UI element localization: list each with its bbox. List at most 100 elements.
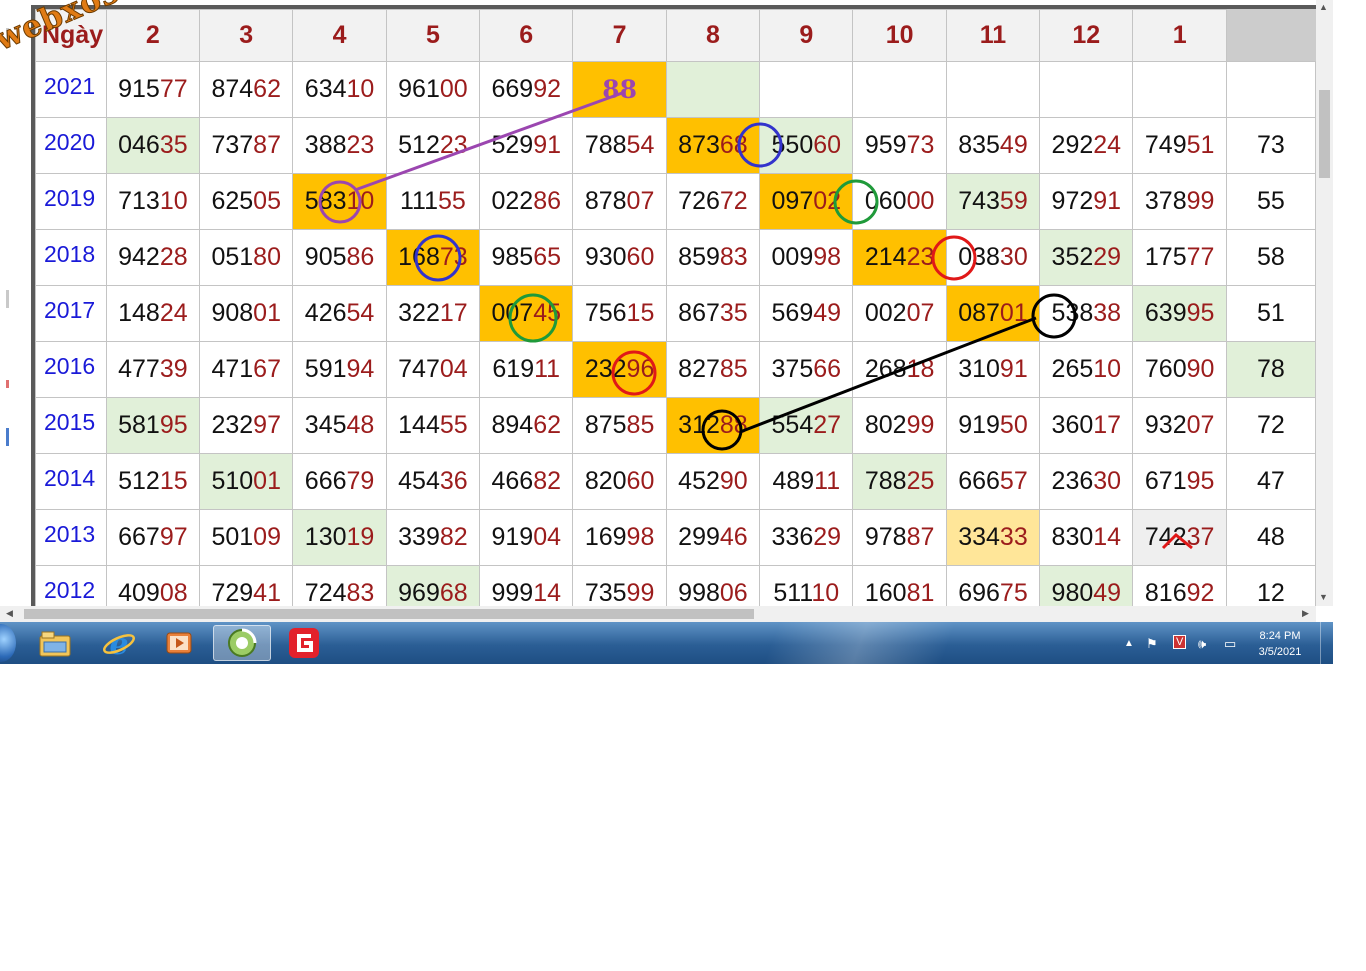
scroll-right-arrow-icon[interactable]: ▶ [1302, 608, 1309, 619]
year-link-2017[interactable]: 2017 [35, 285, 107, 342]
result-cell: 74237 [1132, 509, 1227, 566]
file-explorer-icon[interactable] [30, 625, 80, 661]
result-cell: 89462 [479, 397, 574, 454]
result-cell: 98049 [1039, 565, 1134, 606]
clock[interactable]: 8:24 PM 3/5/2021 [1248, 628, 1312, 660]
result-head: 867 [678, 299, 720, 327]
result-head: 671 [1144, 467, 1187, 495]
result-tail: 60 [626, 243, 655, 271]
result-tail: 90 [719, 467, 748, 495]
result-cell: 36017 [1039, 397, 1134, 454]
column-header-8: 8 [665, 9, 761, 62]
result-cell: 58195 [105, 397, 201, 454]
scroll-up-arrow-icon[interactable]: ▲ [1319, 2, 1328, 12]
year-link-2013[interactable]: 2013 [35, 509, 107, 566]
result-head: 232 [211, 411, 254, 439]
year-link-2015[interactable]: 2015 [35, 397, 107, 454]
year-link-2014[interactable]: 2014 [35, 453, 107, 510]
results-table: Ngày 2 3 4 5 6 7 8 9 10 11 12 1 2021 91577 87462 63410 96… [35, 9, 1316, 606]
year-link-2019[interactable]: 2019 [35, 173, 107, 230]
result-tail: 10 [346, 187, 375, 215]
result-head: 583 [304, 187, 347, 215]
result-tail: 91 [999, 355, 1028, 383]
vertical-scrollbar[interactable]: ▲ ▼ [1316, 0, 1333, 606]
result-head: 930 [584, 243, 627, 271]
result-head: 087 [958, 299, 1000, 327]
horizontal-scrollbar[interactable]: ◀ ▶ [0, 606, 1316, 622]
svg-text:e: e [109, 627, 128, 659]
result-cell: 42654 [292, 285, 387, 342]
v-icon[interactable]: V [1173, 635, 1187, 649]
result-cell: 78 [1225, 341, 1316, 398]
result-cell: 73599 [572, 565, 667, 606]
result-head: 175 [1144, 243, 1187, 271]
result-cell: 91950 [945, 397, 1041, 454]
result-head: 749 [1144, 131, 1187, 159]
result-head: 639 [1144, 299, 1187, 327]
year-link-2016[interactable]: 2016 [35, 341, 107, 398]
result-head: 046 [118, 131, 160, 159]
result-cell: 51 [1225, 285, 1316, 342]
result-cell: 55427 [759, 397, 854, 454]
result-tail: 25 [906, 467, 935, 495]
table-row: 2016 47739 47167 59194 74704 61911 23296 82785 3… [35, 341, 1316, 398]
scroll-down-arrow-icon[interactable]: ▼ [1319, 592, 1328, 602]
result-head: 501 [211, 523, 254, 551]
coccoc-browser-icon[interactable] [213, 625, 271, 661]
result-cell: 03830 [945, 229, 1041, 286]
result-tail: 11 [814, 467, 841, 495]
result-cell: 00998 [759, 229, 854, 286]
vertical-scroll-thumb[interactable] [1319, 90, 1330, 178]
year-link-2012[interactable]: 2012 [35, 565, 107, 606]
result-cell: 46682 [479, 453, 574, 510]
year-link-2020[interactable]: 2020 [35, 117, 107, 174]
garena-icon[interactable] [279, 625, 329, 661]
result-head: 743 [958, 187, 1000, 215]
result-tail: 15 [159, 467, 188, 495]
result-tail: 88 [602, 74, 637, 104]
result-cell: 37899 [1132, 173, 1227, 230]
result-head: 336 [771, 523, 814, 551]
result-head: 735 [584, 579, 627, 606]
result-tail: 68 [719, 131, 748, 159]
horizontal-scroll-thumb[interactable] [24, 609, 754, 619]
result-cell: 81692 [1132, 565, 1227, 606]
year-link-2021[interactable]: 2021 [35, 61, 107, 118]
result-head: 130 [304, 523, 347, 551]
result-tail: 95 [159, 411, 188, 439]
scroll-left-arrow-icon[interactable]: ◀ [6, 608, 13, 619]
internet-explorer-icon[interactable]: e [94, 625, 144, 661]
table-row: 2012 40908 72941 72483 96968 99914 73599 99806 5… [35, 565, 1316, 606]
result-cell: 58310 [292, 173, 387, 230]
result-tail: 88 [719, 411, 748, 439]
result-tail: 29 [813, 523, 842, 551]
result-tail: 98 [813, 243, 842, 271]
result-head: 919 [491, 523, 534, 551]
header-row: Ngày 2 3 4 5 6 7 8 9 10 11 12 1 [35, 9, 1316, 62]
network-icon[interactable]: ▭ [1224, 636, 1236, 652]
result-tail: 07 [906, 299, 935, 327]
result-cell: 97887 [852, 509, 947, 566]
result-head: 875 [584, 411, 627, 439]
flag-icon[interactable]: ⚑ [1146, 636, 1158, 652]
result-cell: 11155 [385, 173, 481, 230]
year-link-2018[interactable]: 2018 [35, 229, 107, 286]
speaker-icon[interactable]: 🕪 [1198, 636, 1206, 652]
arrow-up-icon[interactable]: ▲ [1124, 638, 1134, 649]
show-desktop-button[interactable] [1320, 622, 1334, 664]
result-cell: 04635 [105, 117, 201, 174]
result-head: 339 [398, 523, 440, 551]
media-player-icon[interactable] [154, 625, 204, 661]
taskbar: e ▲ ⚑ V 🕪 ▭ 8:24 PM 3/5/2021 [0, 622, 1333, 664]
result-tail: 10 [1093, 355, 1122, 383]
result-head: 619 [492, 355, 535, 383]
result-cell: 38823 [292, 117, 387, 174]
result-cell: 51215 [105, 453, 201, 510]
result-head: 002 [864, 299, 907, 327]
results-table-viewport[interactable]: Ngày 2 3 4 5 6 7 8 9 10 11 12 1 2021 91577 87462 63410 96… [31, 5, 1316, 606]
result-tail: 68 [439, 579, 468, 606]
result-cell: 05180 [199, 229, 294, 286]
start-button[interactable] [0, 624, 16, 662]
result-tail: 35 [719, 299, 748, 327]
result-cell: 91904 [479, 509, 574, 566]
